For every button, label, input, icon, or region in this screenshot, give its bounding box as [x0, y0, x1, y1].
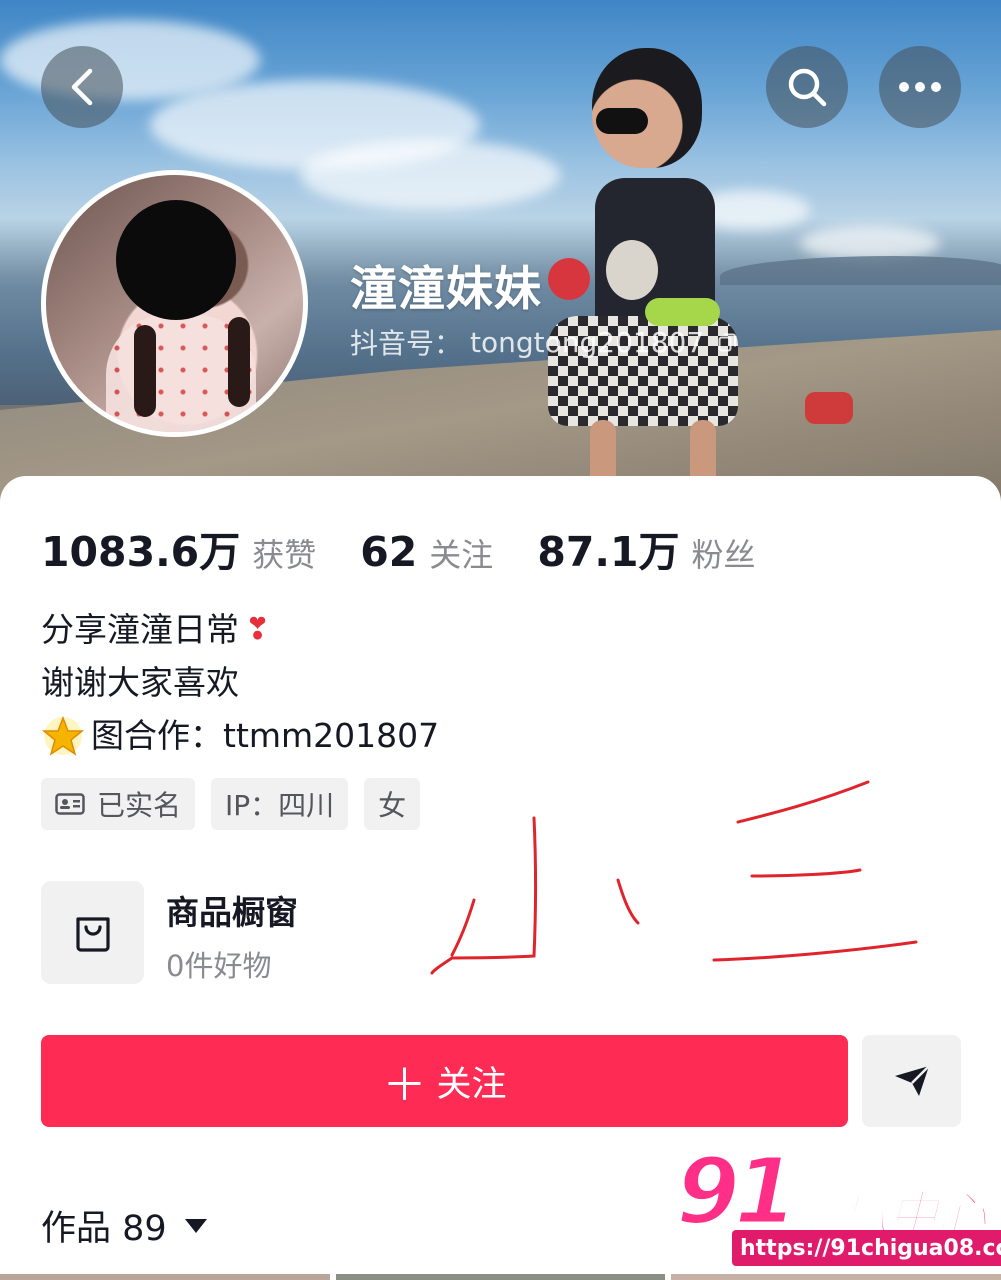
- stat-following[interactable]: 62 关注: [360, 528, 493, 576]
- stat-likes[interactable]: 1083.6万 获赞: [41, 518, 316, 578]
- send-icon: [894, 1065, 930, 1096]
- cloud: [300, 140, 560, 210]
- profile-nickname: 潼潼妹妹: [350, 262, 542, 317]
- follow-label: 关注: [436, 1064, 507, 1105]
- search-icon: [788, 68, 827, 107]
- shop-window-title[interactable]: 商品橱窗: [166, 886, 298, 934]
- avatar-braid: [228, 317, 250, 407]
- stat-followers[interactable]: 87.1万 粉丝: [537, 518, 755, 578]
- more-button[interactable]: [879, 46, 961, 128]
- tag-label: IP：四川: [225, 789, 335, 822]
- bio-text: 分享潼潼日常: [41, 610, 239, 649]
- tag-label: 已实名: [97, 789, 182, 822]
- share-button[interactable]: [862, 1035, 961, 1127]
- watermark-number: 91: [674, 1137, 799, 1247]
- video-thumbnail[interactable]: [0, 1274, 330, 1280]
- bio-line: 谢谢大家喜欢: [41, 656, 439, 709]
- tag-gender: 女: [364, 778, 421, 830]
- bio-text: 谢谢大家喜欢: [41, 663, 239, 702]
- shop-window-count: 0件好物: [166, 949, 272, 983]
- handwritten-annotation: [430, 780, 918, 975]
- profile-stats: 1083.6万 获赞 62 关注 87.1万 粉丝: [41, 518, 800, 578]
- id-card-icon: [55, 793, 85, 815]
- stat-value: 62: [360, 528, 418, 576]
- shopping-bag-icon: [75, 916, 110, 952]
- red-toy: [548, 258, 590, 300]
- tab-works-label: 作品 89: [41, 1209, 167, 1249]
- bio-text: 图合作：ttmm201807: [91, 716, 440, 755]
- avatar-braid: [134, 325, 156, 417]
- stat-value: 87.1万: [537, 528, 680, 576]
- copy-icon[interactable]: [718, 331, 738, 353]
- douyin-id-label: 抖音号：: [350, 327, 463, 360]
- plus-icon: ＋: [382, 1060, 427, 1111]
- avatar-face-blur: [116, 200, 236, 320]
- follow-button[interactable]: ＋ 关注: [41, 1035, 848, 1127]
- douyin-id-row[interactable]: 抖音号： tongtong201807: [350, 322, 738, 362]
- red-bucket: [805, 392, 853, 424]
- chevron-left-icon: [71, 68, 93, 106]
- strawberry-print: [606, 240, 658, 300]
- video-grid: [0, 1274, 1001, 1280]
- profile-bio: 分享潼潼日常 ❣ 谢谢大家喜欢 图合作：ttmm201807: [41, 603, 439, 762]
- more-horizontal-icon: [899, 82, 941, 92]
- watermark-url: https://91chigua08.com: [732, 1230, 1001, 1266]
- tag-label: 女: [378, 789, 407, 822]
- profile-tags: 已实名 IP：四川 女: [41, 778, 421, 830]
- heart-emoji: ❣: [245, 612, 271, 647]
- shop-window-button[interactable]: [41, 881, 144, 984]
- tag-ip-location: IP：四川: [211, 778, 349, 830]
- avatar[interactable]: [41, 170, 308, 437]
- bio-line: 图合作：ttmm201807: [41, 709, 439, 762]
- caret-down-icon: [184, 1218, 207, 1233]
- stat-value: 1083.6万: [41, 528, 241, 576]
- tab-works[interactable]: 作品 89: [41, 1200, 207, 1251]
- bio-line: 分享潼潼日常 ❣: [41, 603, 439, 656]
- search-button[interactable]: [766, 46, 848, 128]
- stat-label: 获赞: [252, 536, 317, 574]
- douyin-id-value: tongtong201807: [470, 325, 705, 359]
- video-thumbnail[interactable]: [671, 1274, 1001, 1280]
- stat-label: 粉丝: [691, 536, 756, 574]
- tag-verified: 已实名: [41, 778, 196, 830]
- video-thumbnail[interactable]: [335, 1274, 666, 1280]
- child-sunglasses: [596, 108, 648, 134]
- back-button[interactable]: [41, 46, 123, 128]
- star-icon: [41, 715, 85, 756]
- stat-label: 关注: [429, 536, 494, 574]
